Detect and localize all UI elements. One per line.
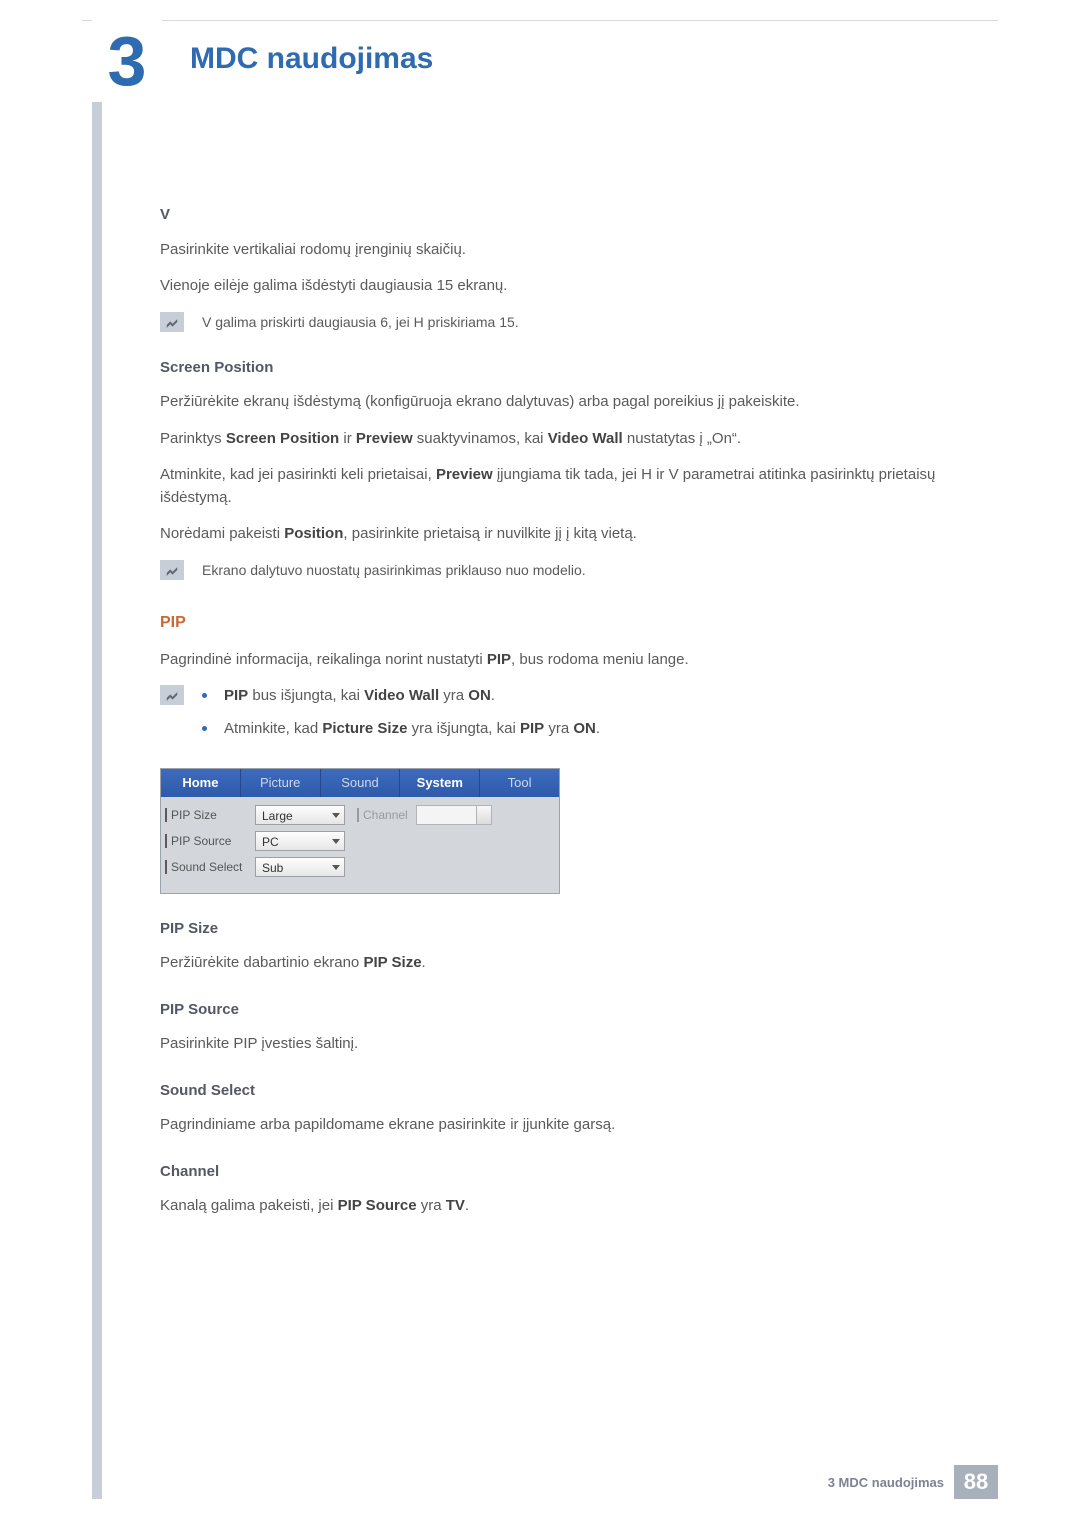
- tab-home[interactable]: Home: [161, 769, 241, 797]
- para-sp-3: Atminkite, kad jei pasirinkti keli priet…: [160, 464, 980, 509]
- text: Atminkite, kad jei pasirinkti keli priet…: [160, 466, 436, 483]
- dropdown-sound-select[interactable]: Sub: [255, 857, 345, 877]
- bold: Preview: [436, 466, 493, 483]
- para-sp-2: Parinktys Screen Position ir Preview sua…: [160, 428, 980, 451]
- heading-sound-select: Sound Select: [160, 1080, 980, 1103]
- text: .: [596, 720, 600, 737]
- note-pip: PIP bus išjungta, kai Video Wall yra ON.…: [160, 685, 980, 750]
- bold: Video Wall: [548, 430, 623, 447]
- para-pip-intro: Pagrindinė informacija, reikalinga norin…: [160, 649, 980, 672]
- note-icon: [160, 685, 184, 705]
- text: ir: [339, 430, 356, 447]
- text: Parinktys: [160, 430, 226, 447]
- chapter-title: MDC naudojimas: [190, 42, 433, 76]
- tab-tool[interactable]: Tool: [480, 769, 559, 797]
- heading-pip-source: PIP Source: [160, 999, 980, 1022]
- para-sp-1: Peržiūrėkite ekranų išdėstymą (konfigūru…: [160, 391, 980, 414]
- text: yra: [544, 720, 573, 737]
- app-row-soundselect: Sound Select Sub: [167, 857, 553, 877]
- note-sp-text: Ekrano dalytuvo nuostatų pasirinkimas pr…: [202, 560, 586, 581]
- page-content: V Pasirinkite vertikaliai rodomų įrengin…: [160, 180, 980, 1232]
- heading-pip: PIP: [160, 611, 980, 635]
- para-sound-select: Pagrindiniame arba papildomame ekrane pa…: [160, 1114, 980, 1137]
- bold: PIP: [487, 651, 511, 668]
- text: .: [465, 1197, 469, 1214]
- para-pip-source: Pasirinkite PIP įvesties šaltinį.: [160, 1033, 980, 1056]
- label-sound-select: Sound Select: [167, 858, 255, 876]
- text: , bus rodoma meniu lange.: [511, 651, 689, 668]
- app-body: PIP Size Large Channel PIP Source PC Sou…: [161, 797, 559, 893]
- heading-v: V: [160, 204, 980, 227]
- para-v-2: Vienoje eilėje galima išdėstyti daugiaus…: [160, 275, 980, 298]
- bold: PIP Source: [338, 1197, 417, 1214]
- text: Atminkite, kad: [224, 720, 322, 737]
- footer-text: 3 MDC naudojimas: [828, 1475, 944, 1490]
- bold: PIP: [520, 720, 544, 737]
- tab-system[interactable]: System: [400, 769, 480, 797]
- page-footer: 3 MDC naudojimas 88: [828, 1465, 998, 1499]
- label-pip-source: PIP Source: [167, 832, 255, 850]
- heading-pip-size: PIP Size: [160, 918, 980, 941]
- note-icon: [160, 312, 184, 332]
- bold: TV: [446, 1197, 465, 1214]
- text: Kanalą galima pakeisti, jei: [160, 1197, 338, 1214]
- app-tabs: Home Picture Sound System Tool: [161, 769, 559, 797]
- pip-note-list: PIP bus išjungta, kai Video Wall yra ON.…: [202, 685, 600, 750]
- dropdown-pip-source[interactable]: PC: [255, 831, 345, 851]
- note-sp: Ekrano dalytuvo nuostatų pasirinkimas pr…: [160, 560, 980, 581]
- text: suaktyvinamos, kai: [413, 430, 548, 447]
- bold: Video Wall: [364, 687, 439, 704]
- label-channel: Channel: [357, 806, 408, 824]
- para-channel: Kanalą galima pakeisti, jei PIP Source y…: [160, 1195, 980, 1218]
- note-icon: [160, 560, 184, 580]
- tab-sound[interactable]: Sound: [321, 769, 401, 797]
- text: bus išjungta, kai: [248, 687, 364, 704]
- bold: ON: [468, 687, 491, 704]
- page-side-stripe: [92, 28, 102, 1499]
- heading-screen-position: Screen Position: [160, 357, 980, 380]
- bold: PIP Size: [363, 954, 421, 971]
- text: Pagrindinė informacija, reikalinga norin…: [160, 651, 487, 668]
- text: yra: [439, 687, 468, 704]
- tab-picture[interactable]: Picture: [241, 769, 321, 797]
- dropdown-pip-size[interactable]: Large: [255, 805, 345, 825]
- text: yra: [417, 1197, 446, 1214]
- para-sp-4: Norėdami pakeisti Position, pasirinkite …: [160, 523, 980, 546]
- text: Peržiūrėkite dabartinio ekrano: [160, 954, 363, 971]
- spinner-channel[interactable]: [416, 805, 492, 825]
- text: yra išjungta, kai: [407, 720, 520, 737]
- list-item: PIP bus išjungta, kai Video Wall yra ON.: [202, 685, 600, 708]
- app-row-pipsource: PIP Source PC: [167, 831, 553, 851]
- footer-page-number: 88: [954, 1465, 998, 1499]
- heading-channel: Channel: [160, 1161, 980, 1184]
- note-v-text: V galima priskirti daugiausia 6, jei H p…: [202, 312, 519, 333]
- bold: Position: [284, 525, 343, 542]
- list-item: Atminkite, kad Picture Size yra išjungta…: [202, 718, 600, 741]
- note-v: V galima priskirti daugiausia 6, jei H p…: [160, 312, 980, 333]
- bold: PIP: [224, 687, 248, 704]
- app-row-pipsize: PIP Size Large Channel: [167, 805, 553, 825]
- para-v-1: Pasirinkite vertikaliai rodomų įrenginių…: [160, 239, 980, 262]
- label-pip-size: PIP Size: [167, 806, 255, 824]
- bold: Screen Position: [226, 430, 339, 447]
- chapter-number-box: 3: [92, 20, 162, 102]
- text: nustatytas į „On“.: [623, 430, 741, 447]
- text: .: [422, 954, 426, 971]
- chapter-header: 3 MDC naudojimas: [92, 20, 433, 102]
- app-screenshot: Home Picture Sound System Tool PIP Size …: [160, 768, 560, 894]
- para-pip-size: Peržiūrėkite dabartinio ekrano PIP Size.: [160, 952, 980, 975]
- bold: ON: [573, 720, 596, 737]
- bold: Preview: [356, 430, 413, 447]
- chapter-number: 3: [108, 26, 147, 96]
- text: Norėdami pakeisti: [160, 525, 284, 542]
- bold: Picture Size: [322, 720, 407, 737]
- text: .: [491, 687, 495, 704]
- text: , pasirinkite prietaisą ir nuvilkite jį …: [343, 525, 636, 542]
